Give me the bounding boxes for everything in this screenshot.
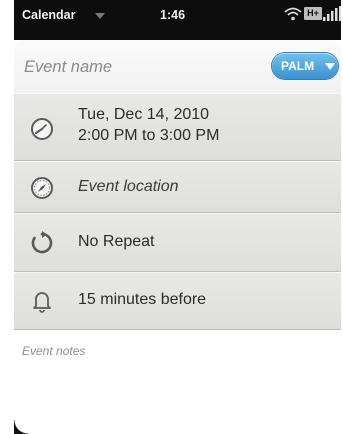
repeat-value: No Repeat — [78, 233, 155, 250]
repeat-row[interactable]: No Repeat — [14, 213, 341, 272]
event-time-range: 2:00 PM to 3:00 PM — [78, 127, 220, 144]
event-name-input[interactable] — [24, 56, 254, 78]
status-time: 1:46 — [160, 8, 186, 22]
repeat-icon — [31, 231, 53, 254]
chevron-down-icon — [325, 63, 335, 70]
compass-icon — [31, 177, 53, 199]
date-time-row[interactable]: Tue, Dec 14, 2010 2:00 PM to 3:00 PM — [14, 93, 341, 161]
alarm-value: 15 minutes before — [78, 291, 207, 308]
location-row[interactable]: Event location — [14, 161, 341, 213]
bell-icon — [33, 292, 51, 313]
network-type-badge: H+ — [304, 7, 322, 20]
clock-icon — [31, 118, 53, 140]
alarm-row[interactable]: 15 minutes before — [14, 272, 341, 330]
app-menu-caret-icon[interactable] — [95, 13, 105, 19]
wifi-icon — [284, 7, 302, 21]
event-location-field[interactable]: Event location — [78, 178, 179, 196]
status-bar: Calendar 1:46 H+ — [14, 0, 341, 40]
screen-corner — [14, 420, 28, 434]
notes-area — [14, 330, 341, 434]
signal-strength-icon — [323, 6, 341, 21]
event-date: Tue, Dec 14, 2010 — [78, 106, 210, 123]
calendar-selector-button[interactable]: PALM — [272, 53, 338, 79]
app-menu-label[interactable]: Calendar — [22, 8, 76, 22]
event-name-row: PALM — [14, 40, 341, 94]
calendar-event-screen: Calendar 1:46 H+ PALM Tue, Dec — [14, 0, 341, 434]
calendar-selector-label: PALM — [281, 59, 315, 73]
event-notes-input[interactable] — [22, 344, 322, 424]
